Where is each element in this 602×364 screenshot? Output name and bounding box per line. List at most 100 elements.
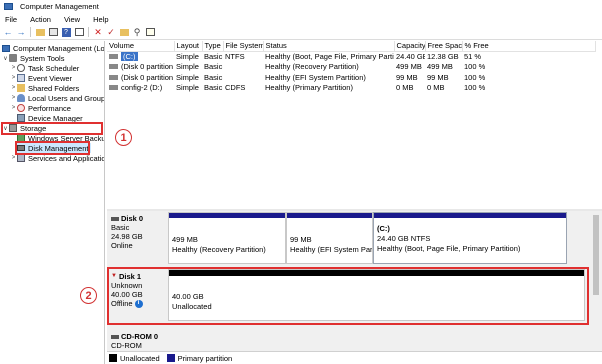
tree-item-device-manager[interactable]: Device Manager [17,113,83,123]
partition-recovery[interactable]: 499 MB Healthy (Recovery Partition) [168,212,286,264]
cell: Healthy (Boot, Page File, Primary Partit… [265,52,394,61]
cdrom-type: CD-ROM [111,341,142,350]
cd-icon [111,334,119,339]
cell [223,62,263,73]
tree-item-performance[interactable]: > Performance [10,103,71,113]
window-title: Computer Management [20,2,99,11]
column-header[interactable]: Type [202,41,224,52]
table-row[interactable]: (Disk 0 partition 2) Simple Basic Health… [107,72,595,83]
collapse-arrow-icon[interactable]: > [10,155,17,161]
partition-efi[interactable]: 99 MB Healthy (EFI System Partitic [286,212,373,264]
cell: NTFS [225,52,245,61]
help-icon[interactable]: ? [61,27,71,37]
unallocated-region[interactable]: 40.00 GB Unallocated [168,269,585,321]
search-icon[interactable]: ⚲ [132,27,142,37]
cell: 24.40 GB [396,52,425,61]
info-icon[interactable]: i [134,299,143,308]
collapse-arrow-icon[interactable]: > [10,75,17,81]
table-row[interactable]: (Disk 0 partition 1) Simple Basic Health… [107,62,595,73]
partition-bar [169,213,285,218]
cell: 100 % [464,83,486,93]
check-icon[interactable]: ✓ [106,27,116,37]
column-header[interactable]: Status [263,41,395,52]
collapse-arrow-icon[interactable]: > [10,65,17,71]
collapse-arrow-icon[interactable]: > [10,105,17,111]
cell: Basic [204,72,223,82]
column-header[interactable]: Capacity [394,41,426,52]
cell: 0 MB [396,83,414,93]
column-header[interactable]: Layout [174,41,203,52]
expand-arrow-icon[interactable]: ∨ [2,55,9,62]
table-row[interactable]: (C:) Simple Basic NTFS Healthy (Boot, Pa… [107,51,595,62]
tree-label: Performance [28,103,71,113]
menu-help[interactable]: Help [93,15,108,24]
scrollbar-thumb[interactable] [593,215,599,295]
callout-1: 1 [115,129,132,146]
disk-offline-icon: ▼ [111,273,117,279]
unallocated-swatch [109,354,117,362]
primary-swatch [166,354,175,362]
disk-1-row[interactable]: ▼ Disk 1 Unknown 40.00 GB Offline i 40.0… [107,267,595,327]
cell: Simple [176,52,199,61]
cell: 499 MB [427,62,453,72]
tree-item-storage[interactable]: ∨ Storage [2,123,46,133]
partition-size: 99 MB [290,235,312,244]
cell: CDFS [225,83,246,93]
table-row[interactable]: config-2 (D:) Simple Basic CDFS Healthy … [107,83,595,94]
disk-0-row[interactable]: Disk 0 Basic 24.98 GB Online 499 MB Heal… [107,212,595,264]
tree-item-windows-server-backup[interactable]: Windows Server Backup [17,133,104,143]
forward-icon[interactable]: → [16,27,26,37]
cell: Basic [204,62,223,72]
cell: Simple [176,62,199,72]
disk-view: Disk 0 Basic 24.98 GB Online 499 MB Heal… [80,211,602,351]
disk-state: Online [111,241,133,250]
tree-item-task-scheduler[interactable]: > Task Scheduler [10,63,80,73]
cell: 499 MB [396,62,422,72]
cdrom-row[interactable]: CD-ROM 0 CD-ROM [107,330,595,351]
collapse-arrow-icon[interactable]: > [10,85,17,91]
tree-label: Storage [20,123,47,133]
collapse-arrow-icon[interactable]: > [10,95,17,101]
tree-item-local-users[interactable]: > Local Users and Groups [10,93,104,103]
menu-view[interactable]: View [64,15,80,24]
tree-item-services[interactable]: > Services and Applications [10,153,104,163]
menu-action[interactable]: Action [30,15,51,24]
cell: Healthy (EFI System Partition) [265,72,366,82]
tree-item-root[interactable]: Computer Management (Local) [2,43,105,53]
tree-label: Computer Management (Local) [13,43,105,53]
open-folder-icon[interactable] [119,27,129,37]
tree-item-system-tools[interactable]: ∨ System Tools [2,53,64,63]
computer-icon [4,3,13,10]
tree-item-event-viewer[interactable]: > Event Viewer [10,73,72,83]
unallocated-bar [169,270,584,276]
folder-icon [17,84,25,92]
cell: Simple [176,83,199,93]
device-icon [17,114,25,122]
partition-status: Healthy (Boot, Page File, Primary Partit… [377,244,521,253]
column-header[interactable]: Volume [107,41,175,52]
toolbar-divider [30,27,31,37]
back-icon[interactable]: ← [3,27,13,37]
tools-icon [9,54,17,62]
menu-file[interactable]: File [5,15,17,24]
up-folder-icon[interactable] [35,27,45,37]
expand-arrow-icon[interactable]: ∨ [2,125,9,132]
partition-label: (C:) [377,224,390,233]
vertical-scrollbar[interactable] [591,211,601,351]
cell: 100 % [464,72,486,82]
properties-icon[interactable] [74,27,84,37]
details-icon[interactable] [145,27,155,37]
partition-c[interactable]: (C:) 24.40 GB NTFS Healthy (Boot, Page F… [373,212,567,264]
column-header[interactable]: File System [223,41,264,52]
cell [223,72,263,83]
tree-item-disk-management[interactable]: Disk Management [17,143,92,153]
disk-name: Disk 1 [118,272,142,281]
console-tree-icon[interactable] [48,27,58,37]
column-header[interactable]: Free Space [425,41,463,52]
column-header[interactable]: % Free [462,41,596,52]
tree-item-shared-folders[interactable]: > Shared Folders [10,83,80,93]
cell: Healthy (Primary Partition) [265,83,353,93]
delete-icon[interactable]: ✕ [93,27,103,37]
partition-size: 499 MB [172,235,198,244]
users-icon [17,94,25,102]
